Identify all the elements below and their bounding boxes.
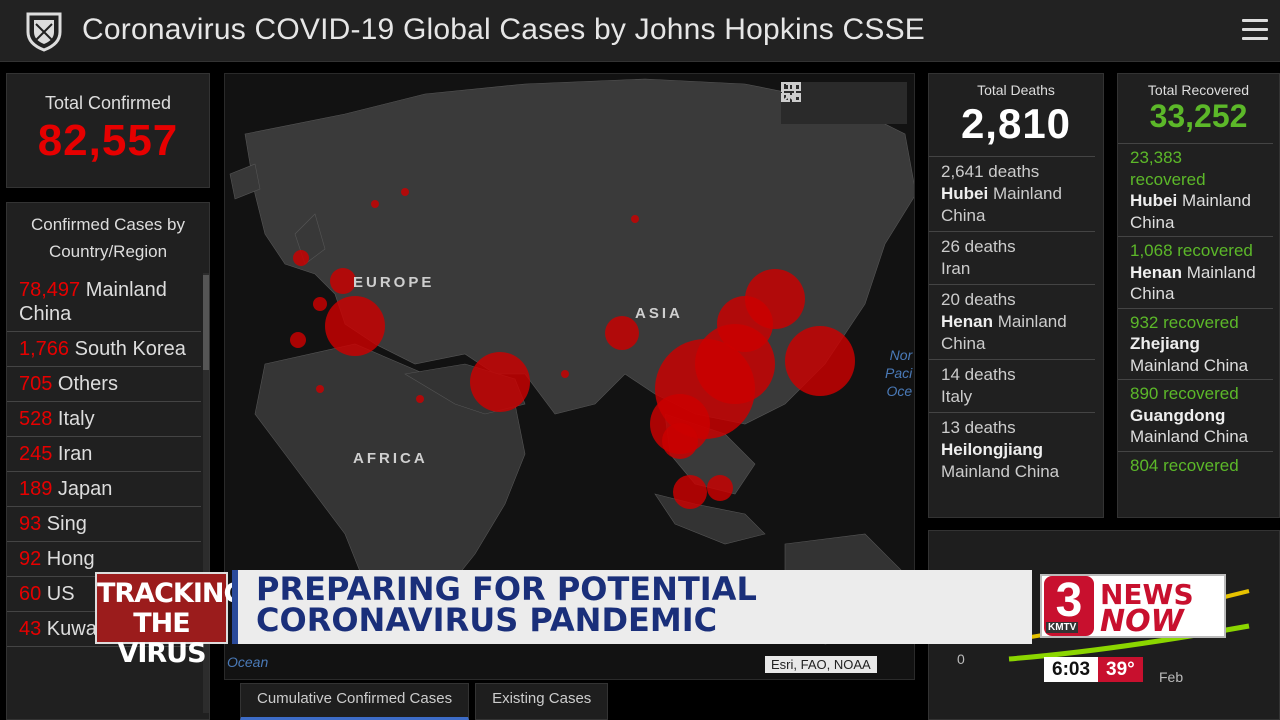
total-recovered-panel[interactable]: Total Recovered 33,252 23,383 recovered H…	[1117, 73, 1280, 518]
death-list-item[interactable]: 13 deaths Heilongjiang Mainland China	[929, 412, 1095, 487]
tracking-the-virus-tag: TRACKING THE VIRUS	[95, 572, 246, 669]
country-name: Sing	[41, 513, 87, 535]
temperature: 39°	[1098, 657, 1143, 682]
recovered-count: 1,068 recovered	[1130, 241, 1253, 260]
recovered-list-item[interactable]: 23,383 recovered Hubei Mainland China	[1118, 143, 1273, 236]
country-count: 245	[19, 443, 53, 465]
death-count: 26 deaths	[941, 237, 1016, 256]
total-deaths-panel[interactable]: Total Deaths 2,810 2,641 deaths Hubei Mai…	[928, 73, 1104, 518]
recovered-count: 890 recovered	[1130, 384, 1239, 403]
country-list-item[interactable]: 1,766 South Korea	[7, 332, 201, 367]
country-count: 78,497	[19, 279, 81, 301]
map-label-europe: EUROPE	[353, 274, 435, 291]
lower-third-banner: TRACKING THE VIRUS PREPARING FOR POTENTI…	[95, 570, 1040, 669]
recovered-list-item[interactable]: 804 recovered	[1118, 450, 1273, 480]
death-list-item[interactable]: 20 deaths Henan Mainland China	[929, 284, 1095, 359]
map-label-pacific: Nor Paci Oce	[885, 347, 913, 399]
death-country: Iran	[941, 259, 971, 278]
recovered-list-item[interactable]: 1,068 recovered Henan Mainland China	[1118, 236, 1273, 308]
death-count: 14 deaths	[941, 365, 1016, 384]
total-recovered-label: Total Recovered	[1147, 82, 1250, 98]
recovered-count: 932 recovered	[1130, 312, 1239, 332]
total-recovered-value: 33,252	[1149, 98, 1248, 134]
clock-time: 6:03	[1044, 657, 1099, 682]
page-title: Coronavirus COVID-19 Global Cases by Joh…	[82, 13, 926, 46]
death-list-item[interactable]: 26 deaths Iran	[929, 231, 1095, 284]
recovered-region: Guangdong	[1130, 405, 1226, 425]
total-confirmed-value: 82,557	[37, 116, 179, 165]
jhu-shield-logo	[26, 12, 62, 52]
recovered-count: 23,383 recovered	[1130, 148, 1206, 189]
country-name: South Korea	[69, 338, 186, 360]
recovered-region: Henan	[1130, 262, 1182, 282]
death-region: Hubei	[941, 184, 989, 203]
total-deaths-label: Total Deaths	[977, 82, 1055, 98]
country-count: 43	[19, 618, 42, 640]
country-count: 93	[19, 513, 42, 535]
total-confirmed-panel: Total Confirmed 82,557	[6, 73, 210, 188]
time-temp-bug: 6:03 39°	[1044, 657, 1143, 682]
total-confirmed-label: Total Confirmed	[44, 93, 172, 113]
country-list-item[interactable]: 93 Sing	[7, 507, 201, 542]
country-list-item[interactable]: 528 Italy	[7, 402, 201, 437]
map-attribution: Esri, FAO, NOAA	[765, 656, 877, 673]
death-country: Mainland China	[941, 462, 1060, 481]
death-count: 2,641 deaths	[941, 162, 1040, 181]
app-header: Coronavirus COVID-19 Global Cases by Joh…	[0, 0, 1280, 62]
death-list-item[interactable]: 2,641 deaths Hubei Mainland China	[929, 156, 1095, 231]
country-count: 189	[19, 478, 53, 500]
country-list-header: Confirmed Cases by Country/Region	[30, 215, 185, 261]
recovered-count: 804 recovered	[1130, 455, 1239, 475]
country-name: US	[41, 583, 75, 605]
recovered-list-item[interactable]: 932 recovered Zhejiang Mainland China	[1118, 307, 1273, 380]
headline: PREPARING FOR POTENTIAL CORONAVIRUS PAND…	[232, 570, 1032, 644]
recovered-country: Mainland China	[1130, 355, 1249, 375]
country-list-item[interactable]: 189 Japan	[7, 472, 201, 507]
map-tabs: Cumulative Confirmed Cases Existing Case…	[240, 683, 614, 720]
map-toolbar	[781, 82, 907, 124]
country-count: 60	[19, 583, 42, 605]
recovered-region: Zhejiang	[1130, 334, 1200, 353]
death-region: Heilongjiang	[941, 440, 1043, 459]
country-count: 528	[19, 408, 53, 430]
death-count: 20 deaths	[941, 290, 1016, 309]
qr-grid-icon[interactable]	[781, 82, 801, 102]
recovered-list-item[interactable]: 890 recovered Guangdong Mainland China	[1118, 379, 1273, 451]
hamburger-menu-icon[interactable]	[1242, 19, 1268, 41]
death-list-item[interactable]: 14 deaths Italy	[929, 359, 1095, 412]
country-list-item[interactable]: 78,497 Mainland China	[7, 273, 201, 332]
country-name: Italy	[52, 408, 95, 430]
country-count: 705	[19, 373, 53, 395]
country-list-item[interactable]: 705 Others	[7, 367, 201, 402]
country-name: Japan	[52, 478, 113, 500]
country-count: 1,766	[19, 338, 70, 360]
country-count: 92	[19, 548, 42, 570]
country-name: Iran	[52, 443, 93, 465]
tab-cumulative-confirmed[interactable]: Cumulative Confirmed Cases	[240, 683, 470, 720]
total-deaths-value: 2,810	[960, 100, 1072, 147]
recovered-country: Mainland China	[1130, 427, 1249, 446]
map-label-asia: ASIA	[635, 305, 683, 322]
death-count: 13 deaths	[941, 418, 1016, 437]
country-name: Hong	[41, 548, 95, 570]
tab-existing-cases[interactable]: Existing Cases	[475, 683, 609, 720]
death-country: Italy	[941, 387, 973, 406]
kmtv-3-news-now-logo: 3 KMTV NEWS NOW	[1040, 574, 1226, 639]
country-list-item[interactable]: 245 Iran	[7, 437, 201, 472]
map-label-africa: AFRICA	[353, 450, 428, 467]
map-label-atlantic: Ocean	[227, 654, 269, 670]
country-name: Others	[52, 373, 118, 395]
death-region: Henan	[941, 312, 993, 331]
recovered-region: Hubei	[1130, 191, 1178, 210]
